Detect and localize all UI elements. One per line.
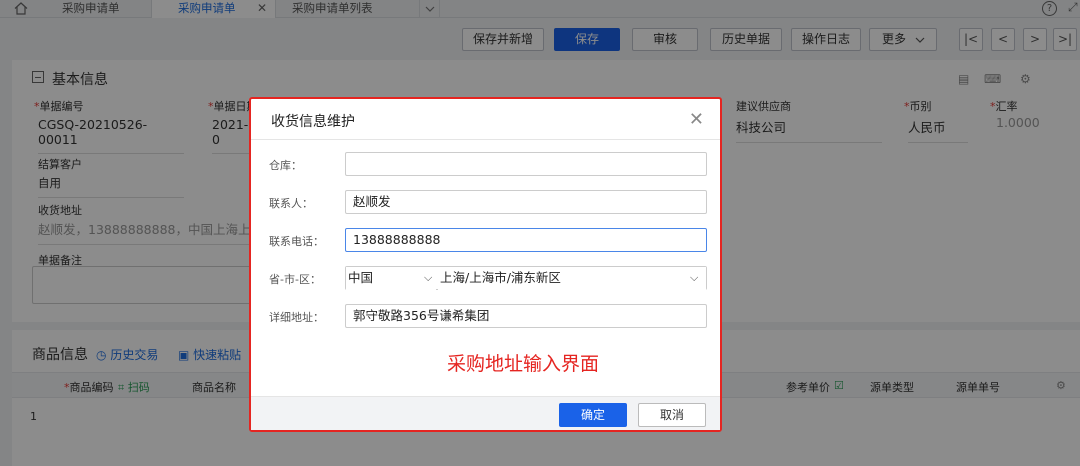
- warehouse-input[interactable]: [345, 152, 707, 176]
- close-icon[interactable]: ✕: [689, 109, 704, 130]
- detail-address-input[interactable]: 郭守敬路356号谦希集团: [345, 304, 707, 328]
- region-selector: 中国 ⌵ 上海/上海市/浦东新区 ⌵: [345, 266, 707, 291]
- divider: [251, 139, 720, 140]
- country-select[interactable]: 中国 ⌵: [346, 267, 436, 291]
- phone-label: 联系电话：: [269, 235, 324, 248]
- chevron-down-icon: ⌵: [424, 271, 433, 284]
- contact-label: 联系人：: [269, 197, 313, 210]
- confirm-button[interactable]: 确定: [559, 403, 627, 427]
- region-label: 省-市-区：: [269, 273, 321, 286]
- dialog-title: 收货信息维护: [271, 114, 355, 130]
- shipping-info-dialog: 收货信息维护 ✕ 仓库： 联系人： 赵顺发 联系电话： 13888888888 …: [249, 97, 722, 432]
- warehouse-label: 仓库：: [269, 159, 302, 172]
- country-value: 中国: [348, 270, 374, 285]
- chevron-down-icon: ⌵: [690, 271, 699, 284]
- cancel-button[interactable]: 取消: [638, 403, 706, 427]
- phone-input[interactable]: 13888888888: [345, 228, 707, 252]
- region-value: 上海/上海市/浦东新区: [440, 270, 561, 285]
- annotation-text: 采购地址输入界面: [447, 353, 600, 375]
- detail-address-label: 详细地址：: [269, 311, 324, 324]
- dialog-footer: 确定 取消: [251, 396, 720, 430]
- contact-input[interactable]: 赵顺发: [345, 190, 707, 214]
- region-select[interactable]: 上海/上海市/浦东新区 ⌵: [438, 267, 706, 291]
